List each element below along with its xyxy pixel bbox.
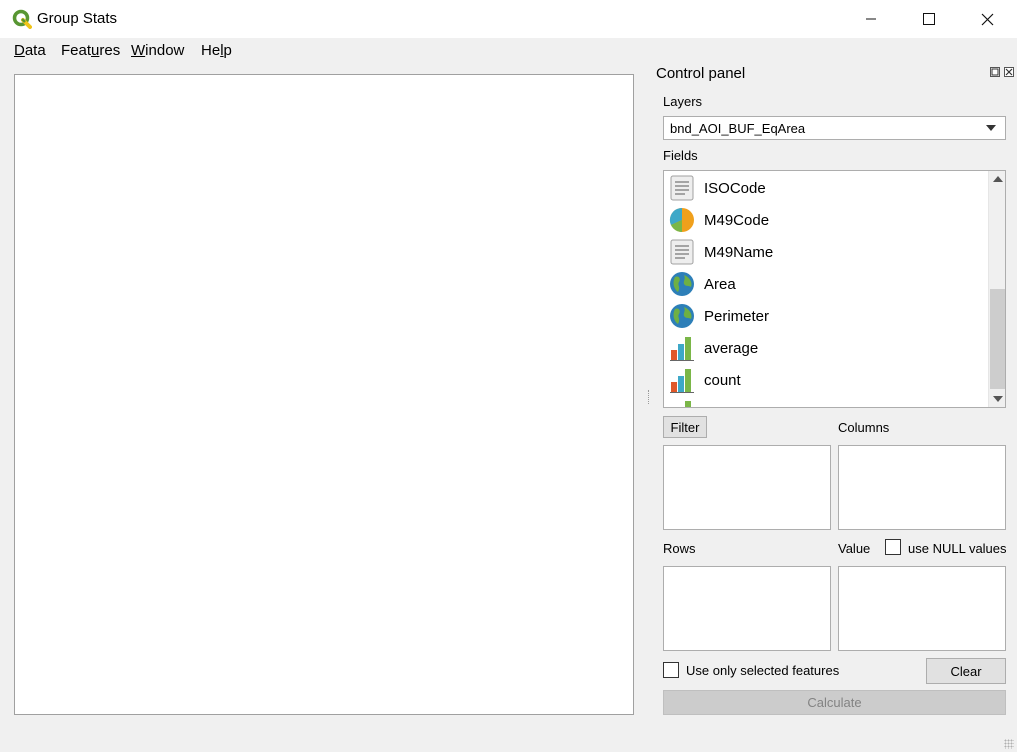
minimize-icon — [866, 18, 876, 20]
field-item-partial[interactable] — [668, 396, 988, 407]
selected-only-checkbox[interactable] — [663, 662, 679, 678]
field-item[interactable]: ISOCode — [668, 172, 988, 204]
numeric-field-icon — [668, 206, 696, 234]
menu-help[interactable]: Help — [201, 42, 232, 59]
scroll-down-icon[interactable] — [993, 396, 1003, 402]
window-title: Group Stats — [37, 10, 118, 27]
rows-drop-box[interactable] — [663, 566, 831, 651]
title-bar: Group Stats — [0, 0, 1017, 38]
close-panel-button[interactable] — [1004, 67, 1014, 77]
chevron-down-icon — [986, 125, 996, 131]
text-field-icon — [668, 238, 696, 266]
value-drop-box[interactable] — [838, 566, 1006, 651]
maximize-icon — [923, 13, 935, 25]
close-icon — [981, 13, 993, 25]
geometry-field-icon — [668, 270, 696, 298]
fields-scrollbar[interactable] — [988, 171, 1005, 407]
field-item[interactable]: average — [668, 332, 988, 364]
float-panel-button[interactable] — [990, 67, 1000, 77]
text-field-icon — [668, 174, 696, 202]
menu-bar: Data Features Window Help — [0, 38, 1017, 63]
geometry-field-icon — [668, 302, 696, 330]
fields-label: Fields — [663, 148, 698, 163]
minimize-button[interactable] — [842, 0, 900, 38]
selected-only-label: Use only selected features — [686, 663, 840, 678]
layers-select[interactable]: bnd_AOI_BUF_EqArea — [663, 116, 1006, 140]
columns-drop-box[interactable] — [838, 445, 1006, 530]
calculation-field-icon — [668, 398, 696, 407]
field-item[interactable]: count — [668, 364, 988, 396]
layers-select-value: bnd_AOI_BUF_EqArea — [670, 121, 806, 136]
columns-label: Columns — [838, 420, 890, 435]
calculation-field-icon — [668, 366, 696, 394]
scrollbar-thumb[interactable] — [990, 289, 1005, 389]
value-label: Value — [838, 541, 871, 556]
filter-button[interactable]: Filter — [663, 416, 707, 438]
use-null-checkbox[interactable] — [885, 539, 901, 555]
qgis-logo-icon — [12, 9, 32, 29]
filter-drop-box[interactable] — [663, 445, 831, 530]
field-item[interactable]: Perimeter — [668, 300, 988, 332]
result-table-area[interactable] — [14, 74, 634, 715]
scroll-up-icon[interactable] — [993, 176, 1003, 182]
rows-label: Rows — [663, 541, 696, 556]
control-panel-title: Control panel — [656, 65, 746, 82]
field-item[interactable]: Area — [668, 268, 988, 300]
menu-features[interactable]: Features — [61, 42, 120, 59]
resize-grip[interactable] — [1004, 739, 1014, 749]
menu-data[interactable]: Data — [14, 42, 46, 59]
close-icon — [1005, 68, 1013, 76]
use-null-label: use NULL values — [908, 541, 1007, 556]
maximize-button[interactable] — [900, 0, 958, 38]
fields-list[interactable]: ISOCode M49Code M49Name Area Perimeter a… — [663, 170, 1006, 408]
close-button[interactable] — [958, 0, 1016, 38]
clear-button[interactable]: Clear — [926, 658, 1006, 684]
calculate-button[interactable]: Calculate — [663, 690, 1006, 715]
field-item[interactable]: M49Name — [668, 236, 988, 268]
float-icon — [991, 68, 999, 76]
splitter-handle[interactable] — [648, 390, 650, 404]
calculation-field-icon — [668, 334, 696, 362]
menu-window[interactable]: Window — [131, 42, 184, 59]
layers-label: Layers — [663, 94, 703, 109]
field-item[interactable]: M49Code — [668, 204, 988, 236]
